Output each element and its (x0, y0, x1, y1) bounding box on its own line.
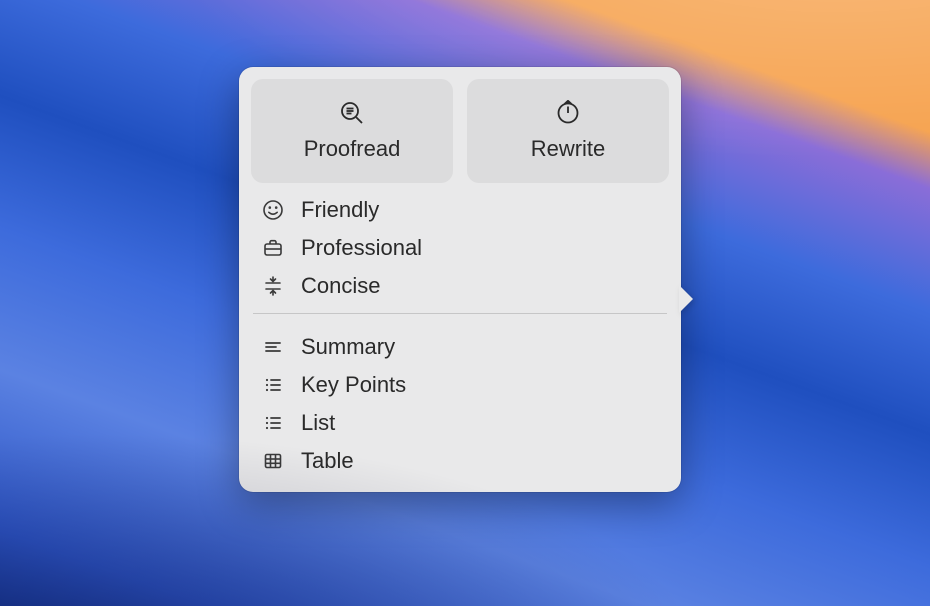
menu-item-label: Concise (301, 273, 380, 299)
menu-item-table[interactable]: Table (255, 442, 665, 480)
smile-icon (261, 198, 285, 222)
writing-tools-popover: Proofread Rewrite (239, 67, 681, 492)
menu-item-list[interactable]: List (255, 404, 665, 442)
proofread-label: Proofread (304, 136, 401, 162)
format-section: Summary Key Points (251, 320, 669, 482)
menu-item-label: Summary (301, 334, 395, 360)
rewrite-label: Rewrite (531, 136, 606, 162)
table-icon (261, 449, 285, 473)
list-icon (261, 411, 285, 435)
tone-section: Friendly Professional (251, 183, 669, 307)
briefcase-icon (261, 236, 285, 260)
menu-item-professional[interactable]: Professional (255, 229, 665, 267)
bullet-list-icon (261, 373, 285, 397)
rewrite-button[interactable]: Rewrite (467, 79, 669, 183)
menu-item-label: List (301, 410, 335, 436)
menu-item-label: Friendly (301, 197, 379, 223)
summary-icon (261, 335, 285, 359)
concise-icon (261, 274, 285, 298)
menu-item-friendly[interactable]: Friendly (255, 191, 665, 229)
menu-item-key-points[interactable]: Key Points (255, 366, 665, 404)
section-divider (253, 313, 667, 314)
menu-item-concise[interactable]: Concise (255, 267, 665, 305)
menu-item-label: Professional (301, 235, 422, 261)
proofread-icon (339, 100, 365, 126)
menu-item-label: Key Points (301, 372, 406, 398)
menu-item-summary[interactable]: Summary (255, 328, 665, 366)
menu-item-label: Table (301, 448, 354, 474)
primary-actions-row: Proofread Rewrite (251, 79, 669, 183)
desktop-wallpaper: Proofread Rewrite (0, 0, 930, 606)
proofread-button[interactable]: Proofread (251, 79, 453, 183)
rewrite-icon (555, 100, 581, 126)
